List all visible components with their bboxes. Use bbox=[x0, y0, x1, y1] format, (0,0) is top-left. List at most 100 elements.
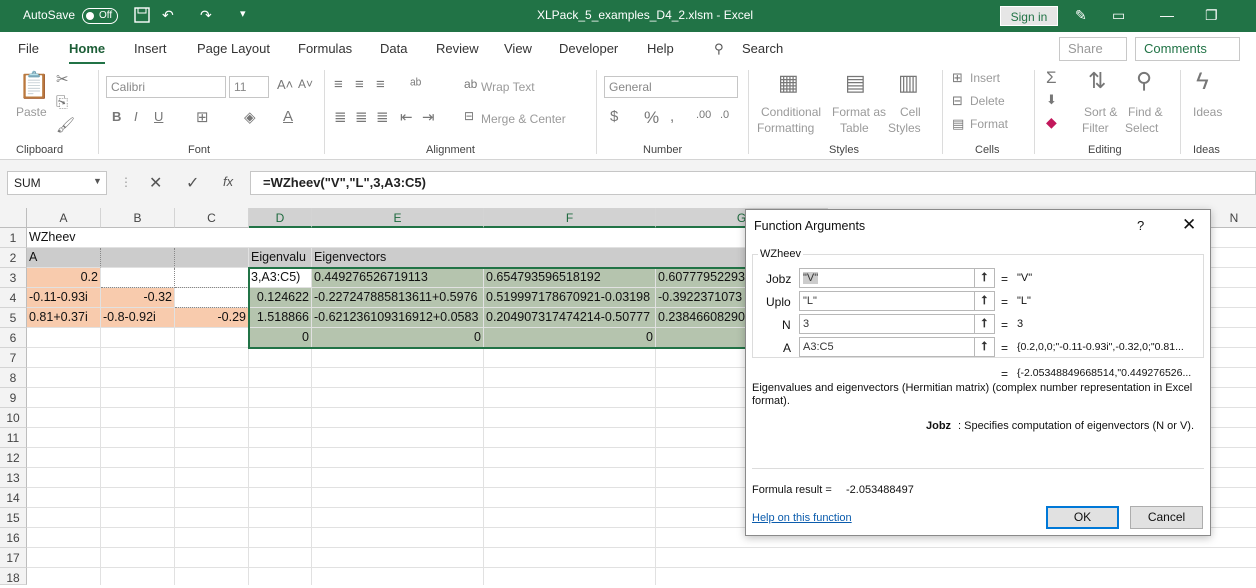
format-cells-icon[interactable]: ▤ bbox=[952, 116, 964, 132]
cancel-entry-icon[interactable]: ✕ bbox=[149, 173, 162, 193]
bold-icon[interactable]: B bbox=[112, 109, 121, 124]
redo-icon[interactable]: ↷ bbox=[200, 7, 212, 24]
delete-cells-icon[interactable]: ⊟ bbox=[952, 93, 963, 109]
column-header-e[interactable]: E bbox=[312, 208, 484, 228]
close-icon[interactable]: ✕ bbox=[1182, 215, 1196, 235]
decrease-indent-icon[interactable]: ⇤ bbox=[400, 108, 413, 126]
save-icon[interactable] bbox=[134, 7, 150, 26]
tab-data[interactable]: Data bbox=[380, 41, 407, 56]
sort-filter-icon[interactable]: ⇅ bbox=[1088, 68, 1106, 94]
ribbon-display-icon[interactable]: ▭ bbox=[1112, 7, 1125, 24]
row-header[interactable]: 15 bbox=[0, 508, 27, 528]
merge-center-label[interactable]: Merge & Center bbox=[481, 112, 566, 126]
cell-b3[interactable] bbox=[101, 268, 175, 288]
help-icon[interactable]: ? bbox=[1137, 218, 1144, 233]
row-header[interactable]: 14 bbox=[0, 488, 27, 508]
row-header[interactable]: 17 bbox=[0, 548, 27, 568]
arg-input-jobz[interactable]: "V" ⭡ bbox=[799, 268, 995, 288]
tab-developer[interactable]: Developer bbox=[559, 41, 618, 56]
find-label[interactable]: Find & bbox=[1128, 105, 1163, 119]
cell-d5[interactable]: 1.518866 bbox=[249, 308, 312, 328]
align-bottom-icon[interactable]: ≡ bbox=[376, 76, 385, 93]
tab-review[interactable]: Review bbox=[436, 41, 479, 56]
formatting-label[interactable]: Formatting bbox=[757, 121, 814, 135]
column-header-f[interactable]: F bbox=[484, 208, 656, 228]
borders-icon[interactable]: ⊞ bbox=[196, 108, 209, 126]
find-select-icon[interactable]: ⚲ bbox=[1136, 68, 1152, 94]
cell-f3[interactable]: 0.654793596518192 bbox=[484, 268, 656, 288]
cell-c5[interactable]: -0.29 bbox=[175, 308, 249, 328]
italic-icon[interactable]: I bbox=[134, 109, 138, 124]
align-top-icon[interactable]: ≡ bbox=[334, 76, 343, 93]
collapse-dialog-icon[interactable]: ⭡ bbox=[974, 338, 994, 356]
ok-button[interactable]: OK bbox=[1046, 506, 1119, 529]
insert-cells-icon[interactable]: ⊞ bbox=[952, 70, 963, 86]
tab-insert[interactable]: Insert bbox=[134, 41, 167, 56]
row-header[interactable]: 10 bbox=[0, 408, 27, 428]
cell-a1[interactable]: WZheev bbox=[27, 228, 101, 248]
conditional-formatting-icon[interactable]: ▦ bbox=[778, 70, 799, 96]
align-right-icon[interactable]: ≣ bbox=[376, 108, 389, 126]
font-grow-icon[interactable]: A˄ bbox=[277, 77, 293, 92]
cut-icon[interactable]: ✂ bbox=[56, 70, 69, 88]
format-as-label[interactable]: Format as bbox=[832, 105, 886, 119]
sort-label[interactable]: Sort & bbox=[1084, 105, 1117, 119]
align-center-icon[interactable]: ≣ bbox=[355, 108, 368, 126]
autosave-toggle[interactable]: Off bbox=[82, 8, 118, 24]
cell-a3[interactable]: 0.2 bbox=[27, 268, 101, 288]
row-header[interactable]: 9 bbox=[0, 388, 27, 408]
row-header[interactable]: 3 bbox=[0, 268, 27, 288]
tab-view[interactable]: View bbox=[504, 41, 532, 56]
cell-f5[interactable]: 0.204907317474214-0.50777 bbox=[484, 308, 656, 328]
enter-entry-icon[interactable]: ✓ bbox=[186, 173, 199, 193]
name-box[interactable]: SUM bbox=[7, 171, 107, 195]
row-header[interactable]: 13 bbox=[0, 468, 27, 488]
font-size-select[interactable]: 11 bbox=[229, 76, 269, 98]
cell-d3[interactable]: 3,A3:C5) bbox=[249, 268, 312, 288]
customize-qat-icon[interactable]: ▾ bbox=[240, 7, 246, 20]
format-painter-icon[interactable]: 🖌 bbox=[56, 116, 75, 134]
cell-e5[interactable]: -0.621236109316912+0.0583 bbox=[312, 308, 484, 328]
search-icon[interactable]: ⚲ bbox=[714, 41, 724, 57]
currency-icon[interactable]: $ bbox=[610, 108, 618, 125]
row-header[interactable]: 4 bbox=[0, 288, 27, 308]
help-on-function-link[interactable]: Help on this function bbox=[752, 512, 852, 524]
ideas-icon[interactable]: ϟ bbox=[1196, 68, 1209, 96]
insert-cells-label[interactable]: Insert bbox=[970, 71, 1000, 85]
font-shrink-icon[interactable]: A˅ bbox=[298, 77, 313, 91]
name-box-dropdown-icon[interactable]: ▼ bbox=[93, 176, 102, 186]
table-label[interactable]: Table bbox=[840, 121, 869, 135]
wrap-text-label[interactable]: Wrap Text bbox=[481, 80, 535, 94]
tab-home[interactable]: Home bbox=[69, 41, 106, 65]
select-label[interactable]: Select bbox=[1125, 121, 1158, 135]
tab-page-layout[interactable]: Page Layout bbox=[197, 41, 270, 56]
row-header[interactable]: 12 bbox=[0, 448, 27, 468]
arg-input-n[interactable]: 3 ⭡ bbox=[799, 314, 995, 334]
cell-e6[interactable]: 0 bbox=[312, 328, 484, 348]
row-header[interactable]: 8 bbox=[0, 368, 27, 388]
cell-f4[interactable]: 0.519997178670921-0.03198 bbox=[484, 288, 656, 308]
share-button[interactable]: Share bbox=[1059, 37, 1127, 61]
cell-c3[interactable] bbox=[175, 268, 249, 288]
align-left-icon[interactable]: ≣ bbox=[334, 108, 347, 126]
row-header[interactable]: 2 bbox=[0, 248, 27, 268]
cell-c4[interactable] bbox=[175, 288, 249, 308]
arg-input-uplo[interactable]: "L" ⭡ bbox=[799, 291, 995, 311]
cell-styles-icon[interactable]: ▥ bbox=[898, 70, 919, 96]
collapse-dialog-icon[interactable]: ⭡ bbox=[974, 292, 994, 310]
cell-e4[interactable]: -0.227247885813611+0.5976 bbox=[312, 288, 484, 308]
restore-icon[interactable]: ❐ bbox=[1205, 7, 1218, 24]
paste-icon[interactable]: 📋 bbox=[18, 70, 50, 101]
undo-icon[interactable]: ↶ bbox=[162, 7, 174, 24]
underline-icon[interactable]: U bbox=[154, 109, 163, 124]
cell-b5[interactable]: -0.8-0.92i bbox=[101, 308, 175, 328]
row-header[interactable]: 6 bbox=[0, 328, 27, 348]
filter-label[interactable]: Filter bbox=[1082, 121, 1109, 135]
cell-d4[interactable]: 0.124622 bbox=[249, 288, 312, 308]
cell-d2[interactable]: Eigenvalu bbox=[249, 248, 312, 268]
row-header[interactable]: 11 bbox=[0, 428, 27, 448]
styles-label[interactable]: Styles bbox=[888, 121, 921, 135]
font-color-icon[interactable]: A bbox=[283, 108, 293, 125]
minimize-icon[interactable]: — bbox=[1160, 7, 1174, 23]
clear-icon[interactable]: ◆ bbox=[1046, 114, 1057, 131]
